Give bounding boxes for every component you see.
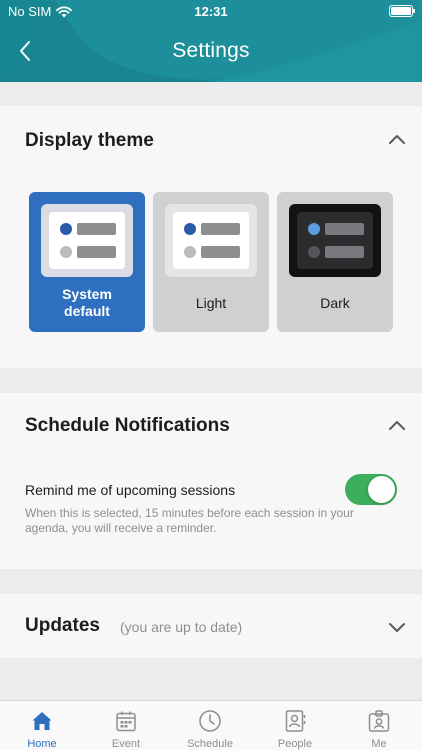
theme-preview [165,204,257,277]
calendar-icon [116,711,136,732]
tab-schedule[interactable]: Schedule [168,701,252,750]
chevron-up-icon[interactable] [388,419,406,431]
tab-label: Event [111,738,141,750]
toggle-knob [368,476,395,503]
chevron-down-icon[interactable] [388,621,406,633]
schedule-notifications-title: Schedule Notifications [25,415,230,436]
theme-option-label: Light [195,295,227,311]
tab-label: Home [27,738,57,750]
tab-label: Me [371,738,387,750]
status-bar: No SIM 12:31 [0,0,422,22]
badge-icon [368,710,390,732]
app-header: No SIM 12:31 Settings [0,0,422,82]
theme-preview [289,204,381,277]
theme-option-label: System default [62,286,112,319]
status-time: 12:31 [194,4,228,19]
home-icon [32,712,52,730]
theme-option-dark[interactable]: Dark [277,192,393,332]
theme-option-system-default[interactable]: System default [29,192,145,332]
tab-event[interactable]: Event [84,701,168,750]
display-theme-section: Display theme System default Light Dark [0,106,422,368]
tab-home[interactable]: Home [0,701,84,750]
updates-title: Updates [25,615,100,636]
tab-people[interactable]: People [253,701,337,750]
theme-preview [41,204,133,277]
tab-bar: Home Event Schedule People Me [0,700,422,750]
remind-sessions-toggle[interactable] [345,474,397,505]
theme-option-label: Dark [320,295,350,311]
page-title: Settings [172,39,250,62]
clock-icon [199,710,221,732]
updates-status: (you are up to date) [120,619,243,635]
remind-sessions-label: Remind me of upcoming sessions [25,482,236,498]
updates-section[interactable]: Updates (you are up to date) [0,594,422,658]
tab-me[interactable]: Me [337,701,421,750]
schedule-notifications-section: Schedule Notifications Remind me of upco… [0,393,422,569]
tab-label: Schedule [187,738,233,750]
chevron-up-icon[interactable] [388,133,406,145]
remind-sessions-description: When this is selected, 15 minutes before… [25,506,354,535]
battery-icon [389,5,415,17]
contact-card-icon [285,710,306,732]
theme-option-light[interactable]: Light [153,192,269,332]
display-theme-title: Display theme [25,130,154,151]
tab-label: People [277,738,313,750]
